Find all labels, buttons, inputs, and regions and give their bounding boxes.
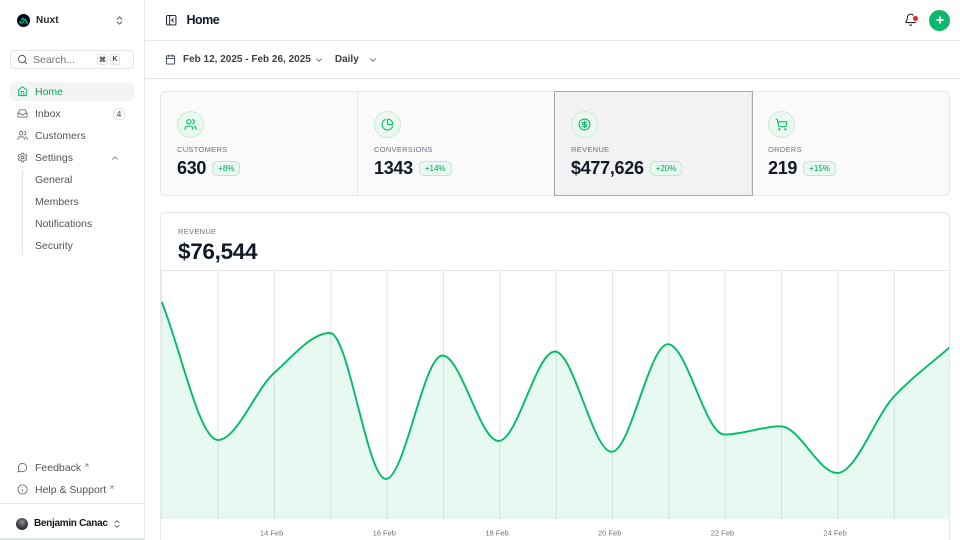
svg-text:22 Feb: 22 Feb [711,529,734,538]
svg-text:14 Feb: 14 Feb [260,529,283,538]
svg-text:18 Feb: 18 Feb [485,529,508,538]
svg-text:16 Feb: 16 Feb [373,529,396,538]
svg-text:24 Feb: 24 Feb [823,529,846,538]
svg-text:20 Feb: 20 Feb [598,529,621,538]
